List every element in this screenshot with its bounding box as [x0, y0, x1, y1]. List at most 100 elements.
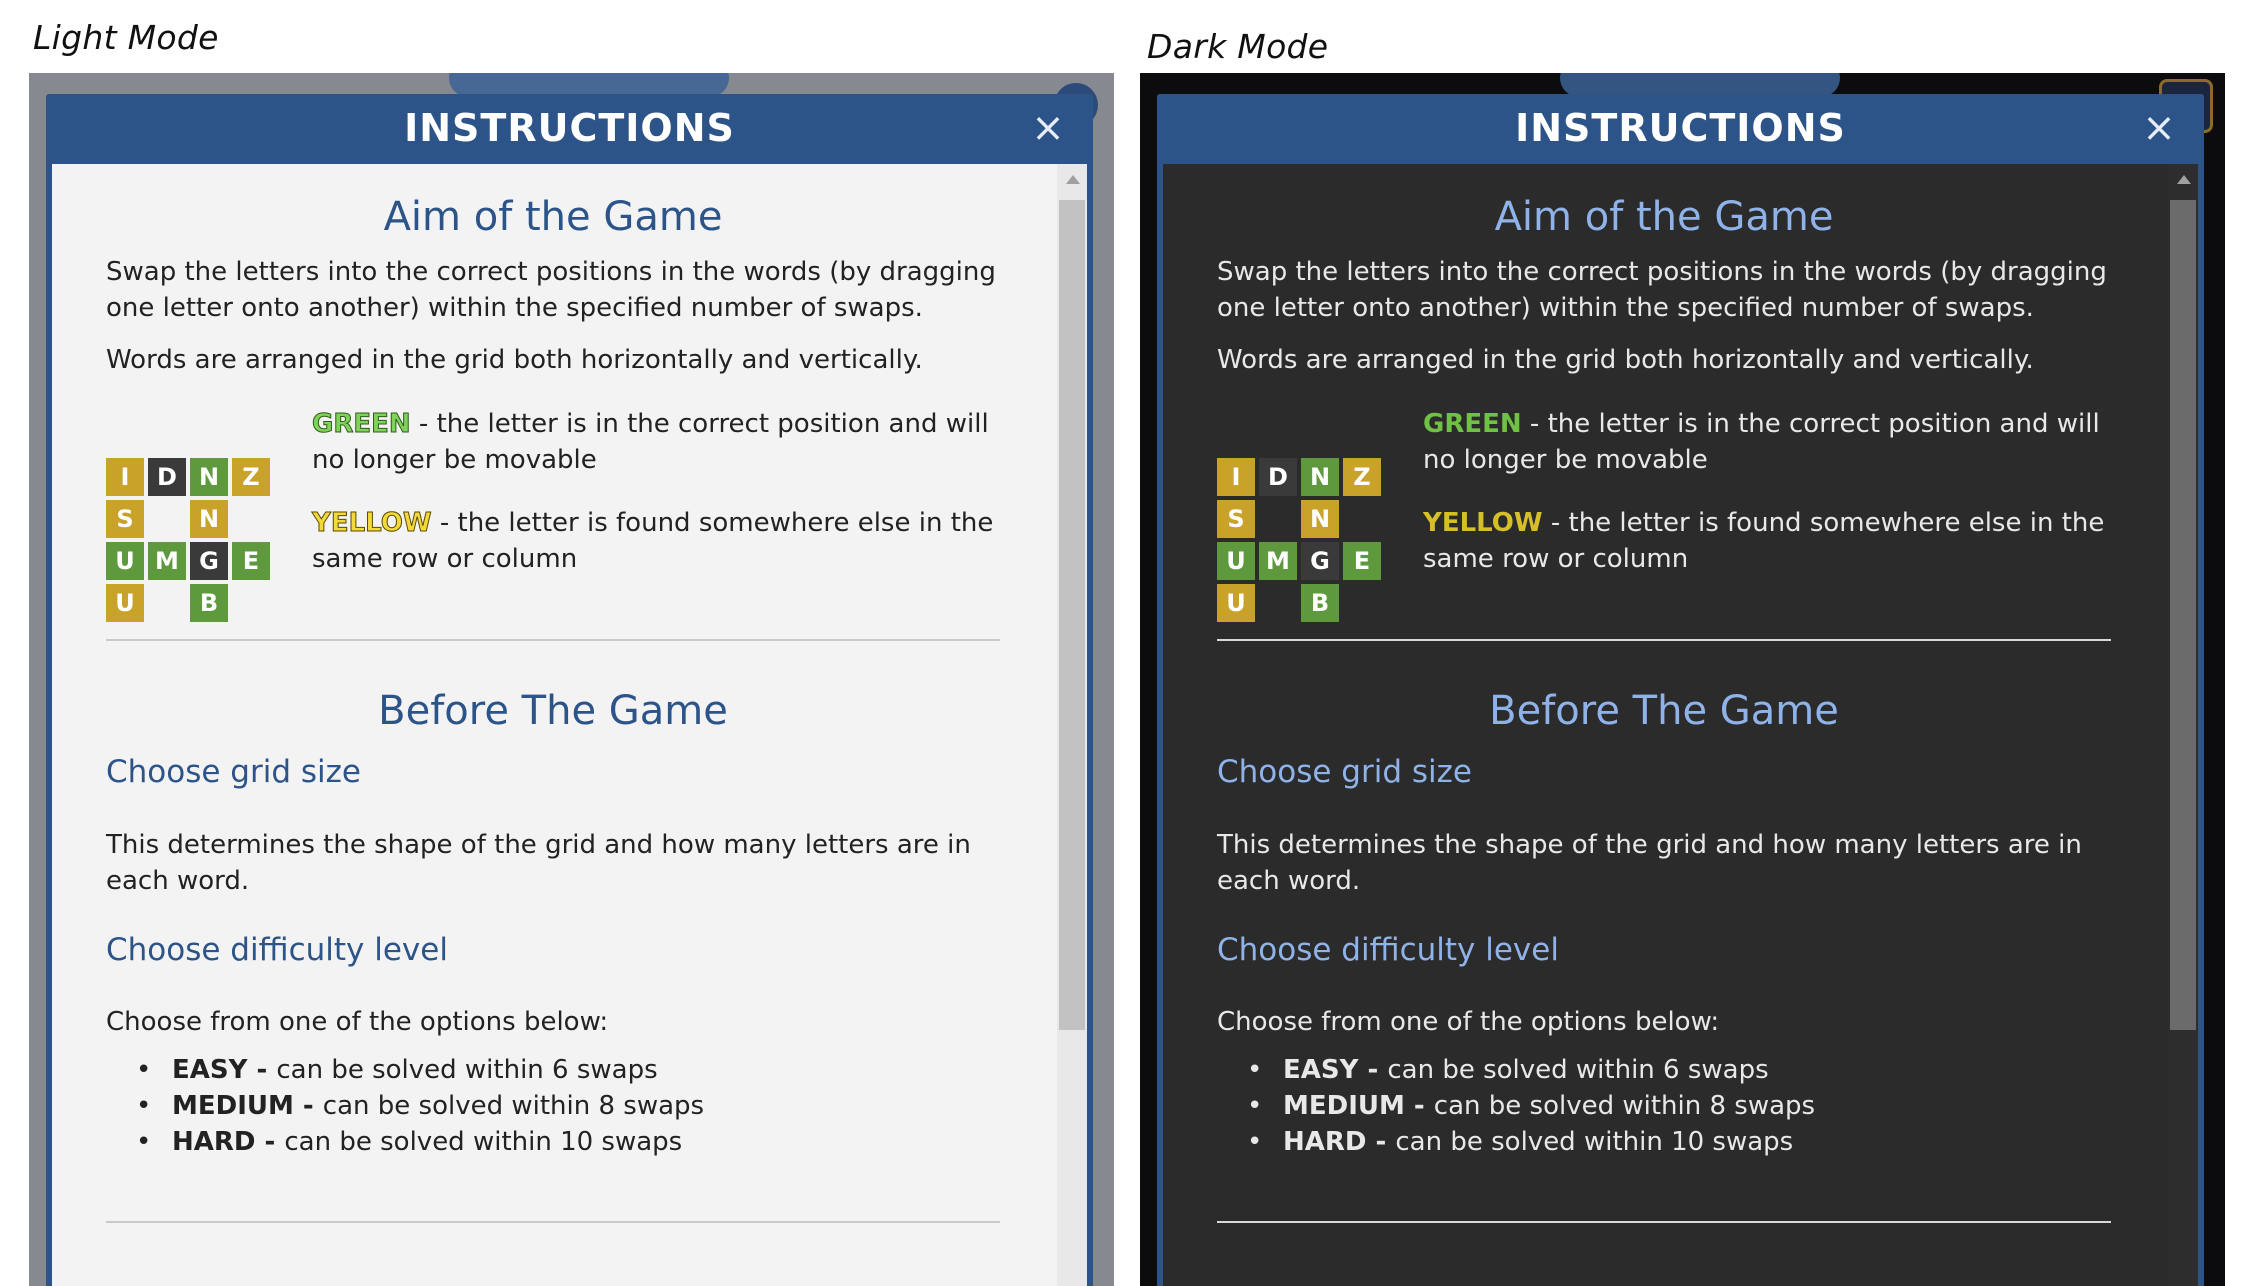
- difficulty-heading: Choose difficulty level: [1217, 932, 1559, 968]
- difficulty-separator: -: [293, 1091, 323, 1121]
- modal-header: INSTRUCTIONS ×: [46, 94, 1093, 164]
- difficulty-description: can be solved within 10 swaps: [1395, 1127, 1794, 1157]
- aim-heading: Aim of the Game: [1494, 194, 1834, 240]
- difficulty-separator: -: [1404, 1091, 1434, 1121]
- light-mode-screen: INSTRUCTIONS × Aim of the Game Swap the …: [29, 73, 1114, 1286]
- difficulty-level: HARD: [172, 1127, 256, 1157]
- yellow-keyword: YELLOW: [312, 508, 433, 539]
- section-divider: [106, 1221, 1000, 1223]
- difficulty-description: can be solved within 10 swaps: [284, 1127, 683, 1157]
- close-icon[interactable]: ×: [1028, 108, 1068, 148]
- green-keyword: GREEN: [1423, 409, 1522, 439]
- difficulty-intro: Choose from one of the options below:: [106, 1007, 609, 1037]
- yellow-legend: YELLOW - the letter is found somewhere e…: [312, 505, 1002, 577]
- green-separator: -: [1521, 409, 1548, 439]
- green-legend: GREEN - the letter is in the correct pos…: [1423, 406, 2113, 478]
- example-grid: IDNZ S N UMGE U B: [1217, 458, 1383, 624]
- yellow-keyword: YELLOW: [1423, 508, 1543, 538]
- modal-title: INSTRUCTIONS: [404, 106, 735, 150]
- difficulty-level: MEDIUM: [172, 1091, 294, 1121]
- example-grid: IDNZ S N UMGE U B: [106, 458, 272, 624]
- difficulty-separator: -: [247, 1055, 277, 1085]
- grid-tile: U: [1217, 542, 1255, 580]
- grid-tile: I: [106, 458, 144, 496]
- difficulty-level: MEDIUM: [1283, 1091, 1405, 1121]
- instructions-modal: INSTRUCTIONS × Aim of the Game Swap the …: [1157, 94, 2204, 1286]
- grid-size-heading: Choose grid size: [1217, 754, 1472, 790]
- grid-tile: U: [106, 542, 144, 580]
- section-divider: [106, 639, 1000, 641]
- difficulty-separator: -: [1366, 1127, 1396, 1157]
- grid-tile: D: [148, 458, 186, 496]
- difficulty-separator: -: [1358, 1055, 1388, 1085]
- green-keyword: GREEN: [312, 409, 412, 440]
- green-separator: -: [410, 409, 437, 439]
- grid-tile: N: [190, 500, 228, 538]
- aim-paragraph-2: Words are arranged in the grid both hori…: [106, 345, 923, 375]
- light-mode-caption: Light Mode: [33, 18, 219, 57]
- modal-title: INSTRUCTIONS: [1515, 106, 1846, 150]
- aim-paragraph-2: Words are arranged in the grid both hori…: [1217, 345, 2034, 375]
- dark-mode-caption: Dark Mode: [1147, 27, 1329, 66]
- grid-size-text: This determines the shape of the grid an…: [1217, 830, 2082, 896]
- scroll-thumb[interactable]: [1059, 200, 1085, 1030]
- grid-tile: Z: [1343, 458, 1381, 496]
- modal-body[interactable]: Aim of the Game Swap the letters into th…: [52, 164, 1087, 1286]
- grid-tile: E: [1343, 542, 1381, 580]
- difficulty-description: can be solved within 8 swaps: [322, 1091, 705, 1121]
- difficulty-option: EASY - can be solved within 6 swaps: [1247, 1052, 1815, 1088]
- difficulty-option: HARD - can be solved within 10 swaps: [1247, 1124, 1815, 1160]
- green-legend: GREEN - the letter is in the correct pos…: [312, 406, 1002, 478]
- grid-tile: G: [190, 542, 228, 580]
- section-divider: [1217, 639, 2111, 641]
- scroll-up-arrow-icon[interactable]: [1066, 175, 1080, 184]
- difficulty-option: HARD - can be solved within 10 swaps: [136, 1124, 704, 1160]
- difficulty-heading: Choose difficulty level: [106, 932, 448, 968]
- difficulty-intro: Choose from one of the options below:: [1217, 1007, 1720, 1037]
- difficulty-options: EASY - can be solved within 6 swapsMEDIU…: [136, 1052, 704, 1160]
- scrollbar[interactable]: [1057, 164, 1087, 1286]
- grid-tile: N: [190, 458, 228, 496]
- scroll-up-arrow-icon[interactable]: [2177, 175, 2191, 184]
- grid-tile: S: [1217, 500, 1255, 538]
- grid-tile: U: [106, 584, 144, 622]
- difficulty-description: can be solved within 8 swaps: [1433, 1091, 1816, 1121]
- difficulty-description: can be solved within 6 swaps: [276, 1055, 658, 1085]
- modal-body[interactable]: Aim of the Game Swap the letters into th…: [1163, 164, 2198, 1286]
- difficulty-option: MEDIUM - can be solved within 8 swaps: [136, 1088, 704, 1124]
- difficulty-description: can be solved within 6 swaps: [1387, 1055, 1769, 1085]
- grid-tile: I: [1217, 458, 1255, 496]
- scrollbar[interactable]: [2168, 164, 2198, 1286]
- grid-tile: U: [1217, 584, 1255, 622]
- grid-tile: B: [190, 584, 228, 622]
- difficulty-level: EASY: [1283, 1055, 1359, 1085]
- before-heading: Before The Game: [1489, 688, 1839, 734]
- grid-tile: D: [1259, 458, 1297, 496]
- difficulty-options: EASY - can be solved within 6 swapsMEDIU…: [1247, 1052, 1815, 1160]
- before-heading: Before The Game: [378, 688, 728, 734]
- grid-tile: Z: [232, 458, 270, 496]
- difficulty-separator: -: [255, 1127, 285, 1157]
- grid-size-heading: Choose grid size: [106, 754, 361, 790]
- grid-tile: N: [1301, 500, 1339, 538]
- grid-tile: M: [148, 542, 186, 580]
- grid-tile: B: [1301, 584, 1339, 622]
- instructions-modal: INSTRUCTIONS × Aim of the Game Swap the …: [46, 94, 1093, 1286]
- close-icon[interactable]: ×: [2139, 108, 2179, 148]
- aim-paragraph-1: Swap the letters into the correct positi…: [1217, 257, 2107, 323]
- difficulty-level: EASY: [172, 1055, 248, 1085]
- grid-tile: G: [1301, 542, 1339, 580]
- scroll-thumb[interactable]: [2170, 200, 2196, 1030]
- grid-tile: M: [1259, 542, 1297, 580]
- aim-paragraph-1: Swap the letters into the correct positi…: [106, 257, 996, 323]
- yellow-separator: -: [431, 508, 458, 538]
- grid-size-text: This determines the shape of the grid an…: [106, 830, 971, 896]
- difficulty-option: MEDIUM - can be solved within 8 swaps: [1247, 1088, 1815, 1124]
- aim-heading: Aim of the Game: [383, 194, 723, 240]
- grid-tile: N: [1301, 458, 1339, 496]
- section-divider: [1217, 1221, 2111, 1223]
- modal-header: INSTRUCTIONS ×: [1157, 94, 2204, 164]
- yellow-legend: YELLOW - the letter is found somewhere e…: [1423, 505, 2113, 577]
- dark-mode-screen: INSTRUCTIONS × Aim of the Game Swap the …: [1140, 73, 2225, 1286]
- difficulty-level: HARD: [1283, 1127, 1367, 1157]
